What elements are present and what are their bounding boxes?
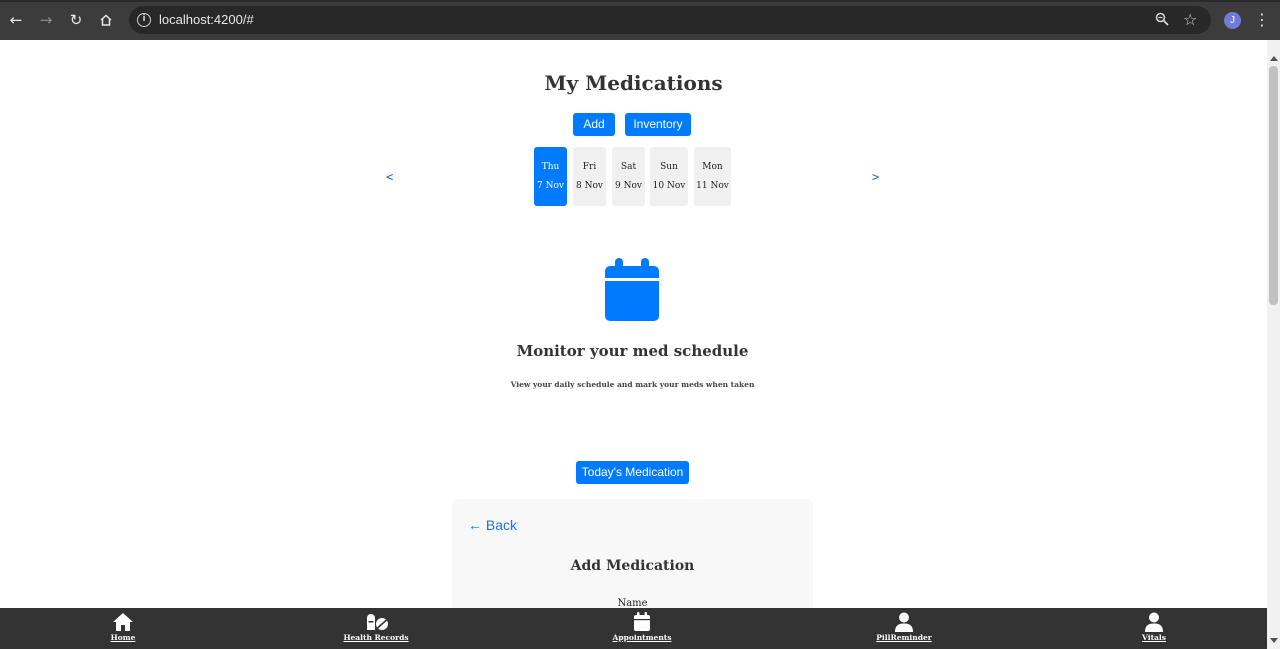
day-date: 10 Nov	[652, 181, 686, 191]
user-icon	[893, 612, 915, 632]
nav-home[interactable]: Home	[93, 608, 153, 649]
calendar-icon	[603, 258, 661, 322]
nav-label: Health Records	[343, 633, 409, 642]
day-fri[interactable]: Fri 8 Nov	[573, 147, 606, 206]
pills-icon	[365, 612, 388, 632]
day-name: Thu	[541, 162, 560, 172]
forward-arrow-icon[interactable]: →	[36, 10, 56, 30]
browser-menu-icon[interactable]: ⋮	[1254, 10, 1270, 30]
nav-label: PillReminder	[876, 633, 932, 642]
day-thu[interactable]: Thu 7 Nov	[534, 147, 567, 206]
add-button[interactable]: Add	[573, 113, 615, 136]
page-title: My Medications	[544, 71, 723, 95]
add-medication-form: ← Back Add Medication Name	[452, 499, 813, 619]
next-days-button[interactable]: >	[872, 170, 879, 184]
back-link[interactable]: ← Back	[468, 517, 517, 533]
scroll-down-arrow-icon[interactable]	[1270, 638, 1278, 643]
day-name: Mon	[702, 162, 723, 172]
todays-medication-button[interactable]: Today's Medication	[576, 461, 689, 484]
url-text[interactable]: localhost:4200/#	[159, 12, 254, 27]
empty-state-title: Monitor your med schedule	[516, 342, 749, 360]
nav-health-records[interactable]: Health Records	[336, 608, 416, 649]
nav-label: Vitals	[1142, 633, 1166, 642]
day-sun[interactable]: Sun 10 Nov	[650, 147, 688, 206]
page-scrollbar[interactable]	[1267, 40, 1280, 649]
nav-label: Appointments	[612, 633, 672, 642]
day-date: 8 Nov	[576, 181, 603, 191]
scroll-thumb[interactable]	[1269, 66, 1278, 305]
bottom-nav: Home Health Records Appointments PillRem…	[0, 608, 1267, 649]
address-bar[interactable]: i localhost:4200/# ☆	[129, 6, 1211, 34]
tab-strip	[0, 0, 1280, 2]
site-info-icon[interactable]: i	[137, 13, 151, 27]
nav-vitals[interactable]: Vitals	[1124, 608, 1184, 649]
nav-pill-reminder[interactable]: PillReminder	[874, 608, 934, 649]
day-mon[interactable]: Mon 11 Nov	[694, 147, 731, 206]
prev-days-button[interactable]: <	[386, 170, 393, 184]
calendar-icon	[631, 612, 653, 632]
home-browser-icon[interactable]	[96, 10, 116, 30]
home-icon	[112, 612, 134, 632]
inventory-button[interactable]: Inventory	[625, 113, 691, 136]
bookmark-star-icon[interactable]: ☆	[1183, 10, 1197, 29]
form-title: Add Medication	[570, 558, 695, 574]
zoom-icon[interactable]	[1155, 12, 1169, 30]
nav-label: Home	[110, 633, 136, 642]
day-name: Sun	[660, 162, 678, 172]
user-icon	[1143, 612, 1165, 632]
day-date: 9 Nov	[615, 181, 642, 191]
empty-state-description: View your daily schedule and mark your m…	[510, 380, 755, 389]
day-date: 7 Nov	[537, 181, 564, 191]
reload-icon[interactable]: ↻	[66, 10, 86, 30]
day-sat[interactable]: Sat 9 Nov	[612, 147, 645, 206]
day-name: Fri	[582, 162, 597, 172]
day-name: Sat	[620, 162, 637, 172]
browser-toolbar: ← → ↻ i localhost:4200/# ☆ J ⋮	[0, 0, 1280, 40]
back-arrow-icon[interactable]: ←	[6, 10, 26, 30]
profile-avatar[interactable]: J	[1224, 12, 1241, 29]
scroll-up-arrow-icon[interactable]	[1270, 56, 1278, 61]
nav-appointments[interactable]: Appointments	[602, 608, 682, 649]
day-date: 11 Nov	[696, 181, 729, 191]
